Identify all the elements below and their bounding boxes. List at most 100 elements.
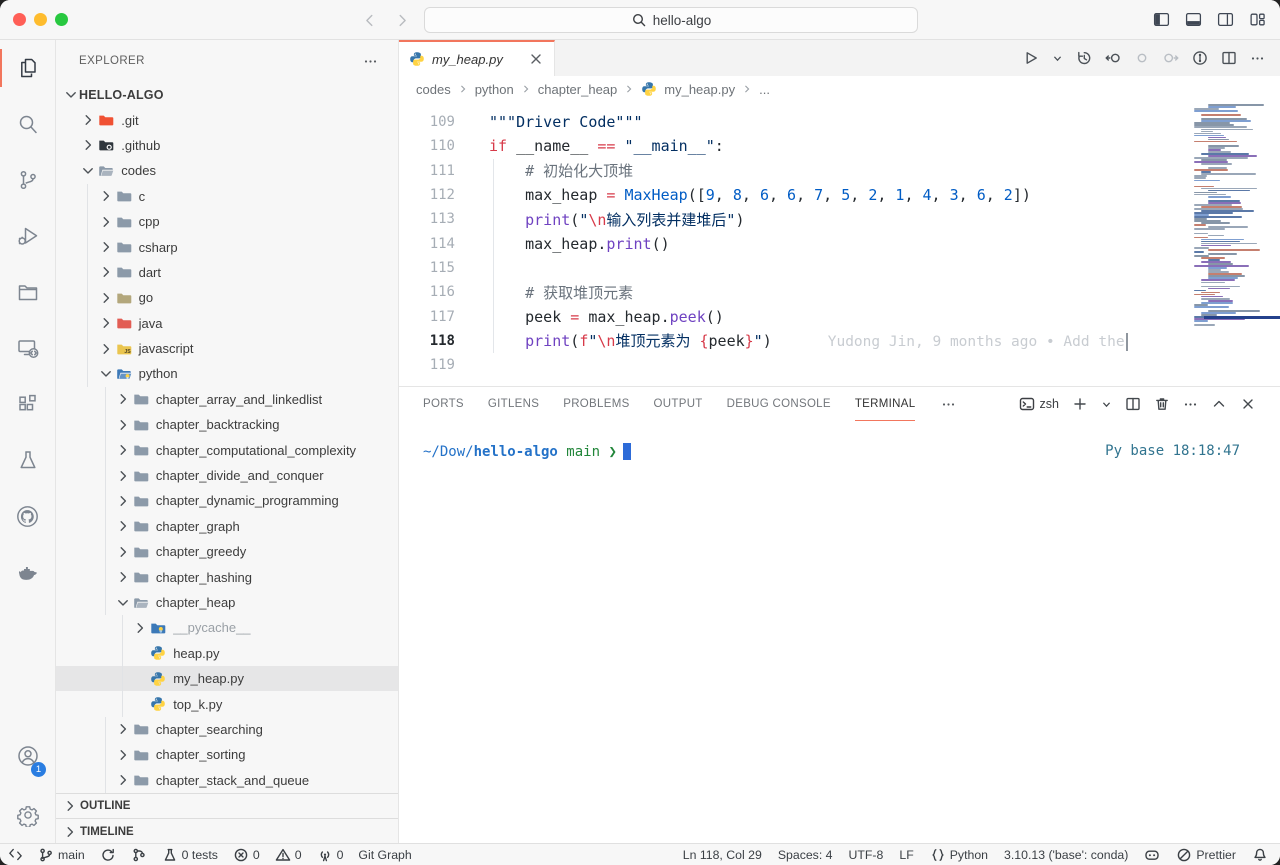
breadcrumb-item[interactable]: python <box>475 82 514 97</box>
breadcrumb-item[interactable]: chapter_heap <box>538 82 618 97</box>
more-panel-tabs-icon[interactable] <box>941 397 956 412</box>
status-git-graph-view[interactable] <box>131 847 147 863</box>
history-icon[interactable] <box>1076 50 1092 66</box>
close-window-button[interactable] <box>13 13 26 26</box>
close-tab-icon[interactable] <box>528 51 544 67</box>
status-eol[interactable]: LF <box>899 848 913 862</box>
activity-item-run-debug[interactable] <box>0 208 55 264</box>
status-encoding[interactable]: UTF-8 <box>849 848 884 862</box>
next-change-icon[interactable] <box>1163 50 1179 66</box>
layout-panel-icon[interactable] <box>1185 11 1202 28</box>
status-copilot[interactable] <box>1144 847 1160 863</box>
layout-custom-icon[interactable] <box>1249 11 1266 28</box>
status-indentation[interactable]: Spaces: 4 <box>778 848 833 862</box>
panel-tab-ports[interactable]: PORTS <box>423 387 464 421</box>
tree-item-codes[interactable]: codes <box>56 158 398 183</box>
run-icon[interactable] <box>1023 50 1039 66</box>
tree-item-chapter-heap[interactable]: chapter_heap <box>56 590 398 615</box>
code-editor[interactable]: 109"""Driver Code"""110if __name__ == "_… <box>399 102 1280 386</box>
tree-item-chapter-stack-and-queue[interactable]: chapter_stack_and_queue <box>56 768 398 793</box>
status-prettier[interactable]: Prettier <box>1176 847 1236 863</box>
tree-item-my-heap-py[interactable]: my_heap.py <box>56 666 398 691</box>
breadcrumb-item[interactable]: ... <box>759 82 770 97</box>
tree-item--git[interactable]: .git <box>56 107 398 132</box>
tree-item-chapter-hashing[interactable]: chapter_hashing <box>56 564 398 589</box>
ellipsis-icon[interactable] <box>1250 51 1265 66</box>
activity-item-remote-explorer[interactable] <box>0 320 55 376</box>
tree-item-python[interactable]: python <box>56 361 398 386</box>
tree-item-cpp[interactable]: cpp <box>56 209 398 234</box>
breadcrumb-item[interactable]: my_heap.py <box>664 82 735 97</box>
tree-item-java[interactable]: java <box>56 311 398 336</box>
activity-item-source-control[interactable] <box>0 152 55 208</box>
chev-down-sm-icon[interactable] <box>1052 53 1063 64</box>
split-editor-icon[interactable] <box>1221 50 1237 66</box>
tree-item-chapter-searching[interactable]: chapter_searching <box>56 717 398 742</box>
tree-item-hello-algo[interactable]: HELLO-ALGO <box>56 82 398 107</box>
tree-item-chapter-sorting[interactable]: chapter_sorting <box>56 742 398 767</box>
status-errors[interactable]: 0 <box>233 847 260 863</box>
close-x-icon[interactable] <box>1240 396 1256 412</box>
circle-o-icon[interactable] <box>1134 50 1150 66</box>
tree-item-chapter-computational-complexity[interactable]: chapter_computational_complexity <box>56 437 398 462</box>
tree-item-csharp[interactable]: csharp <box>56 234 398 259</box>
commit-graph-icon[interactable] <box>1192 50 1208 66</box>
tree-item-top-k-py[interactable]: top_k.py <box>56 691 398 716</box>
ellipsis-icon[interactable] <box>1183 397 1198 412</box>
tree-item-chapter-backtracking[interactable]: chapter_backtracking <box>56 412 398 437</box>
chev-up-icon[interactable] <box>1211 396 1227 412</box>
activity-item-search[interactable] <box>0 96 55 152</box>
status-git-graph[interactable]: Git Graph <box>358 848 411 862</box>
panel-tab-gitlens[interactable]: GITLENS <box>488 387 539 421</box>
layout-sidebar-right-icon[interactable] <box>1217 11 1234 28</box>
minimap[interactable] <box>1190 102 1280 342</box>
status-language-mode[interactable]: Python <box>930 847 988 863</box>
prev-change-icon[interactable] <box>1105 50 1121 66</box>
zoom-window-button[interactable] <box>55 13 68 26</box>
activity-item-extensions[interactable] <box>0 376 55 432</box>
activity-item-github[interactable] <box>0 488 55 544</box>
breadcrumb-item[interactable]: codes <box>416 82 451 97</box>
tree-item-chapter-divide-and-conquer[interactable]: chapter_divide_and_conquer <box>56 463 398 488</box>
plus-icon[interactable] <box>1072 396 1088 412</box>
panel-tab-output[interactable]: OUTPUT <box>654 387 703 421</box>
back-icon[interactable] <box>362 12 378 28</box>
tree-item-chapter-array-and-linkedlist[interactable]: chapter_array_and_linkedlist <box>56 387 398 412</box>
activity-item-settings[interactable] <box>0 787 55 843</box>
command-center-search[interactable]: hello-algo <box>424 7 918 33</box>
forward-icon[interactable] <box>394 12 410 28</box>
tree-item-dart[interactable]: dart <box>56 260 398 285</box>
tree-item-chapter-greedy[interactable]: chapter_greedy <box>56 539 398 564</box>
status-notifications[interactable] <box>1252 847 1268 863</box>
status-branch[interactable]: main <box>38 847 85 863</box>
chev-down-sm-icon[interactable] <box>1101 399 1112 410</box>
status-sync[interactable] <box>100 847 116 863</box>
terminal-shell-selector[interactable]: zsh <box>1019 396 1059 412</box>
activity-item-docker[interactable] <box>0 544 55 600</box>
trash-icon[interactable] <box>1154 396 1170 412</box>
explorer-more-actions-icon[interactable] <box>363 54 378 69</box>
status-remote-indicator[interactable] <box>8 847 23 862</box>
layout-sidebar-left-icon[interactable] <box>1153 11 1170 28</box>
tree-item-c[interactable]: c <box>56 184 398 209</box>
panel-tab-terminal[interactable]: TERMINAL <box>855 387 916 421</box>
tree-item-heap-py[interactable]: heap.py <box>56 641 398 666</box>
status-warnings[interactable]: 0 <box>275 847 302 863</box>
tree-item-go[interactable]: go <box>56 285 398 310</box>
outline-section[interactable]: OUTLINE <box>56 793 398 818</box>
tab-my-heap-py[interactable]: my_heap.py <box>399 40 555 76</box>
panel-tab-debug-console[interactable]: DEBUG CONSOLE <box>727 387 831 421</box>
timeline-section[interactable]: TIMELINE <box>56 818 398 843</box>
tree-item-chapter-dynamic-programming[interactable]: chapter_dynamic_programming <box>56 488 398 513</box>
tree-item--github[interactable]: .github <box>56 133 398 158</box>
status-tests[interactable]: 0 tests <box>162 847 218 863</box>
status-python-interpreter[interactable]: 3.10.13 ('base': conda) <box>1004 848 1128 862</box>
activity-item-explorer[interactable] <box>0 40 55 96</box>
tree-item-chapter-graph[interactable]: chapter_graph <box>56 514 398 539</box>
activity-item-accounts[interactable]: 1 <box>0 731 55 787</box>
status-feedback[interactable]: 0 <box>317 847 344 863</box>
tree-item-javascript[interactable]: JSjavascript <box>56 336 398 361</box>
tree-item--pycache-[interactable]: __pycache__ <box>56 615 398 640</box>
activity-item-folder-explorer[interactable] <box>0 264 55 320</box>
panel-tab-problems[interactable]: PROBLEMS <box>563 387 629 421</box>
